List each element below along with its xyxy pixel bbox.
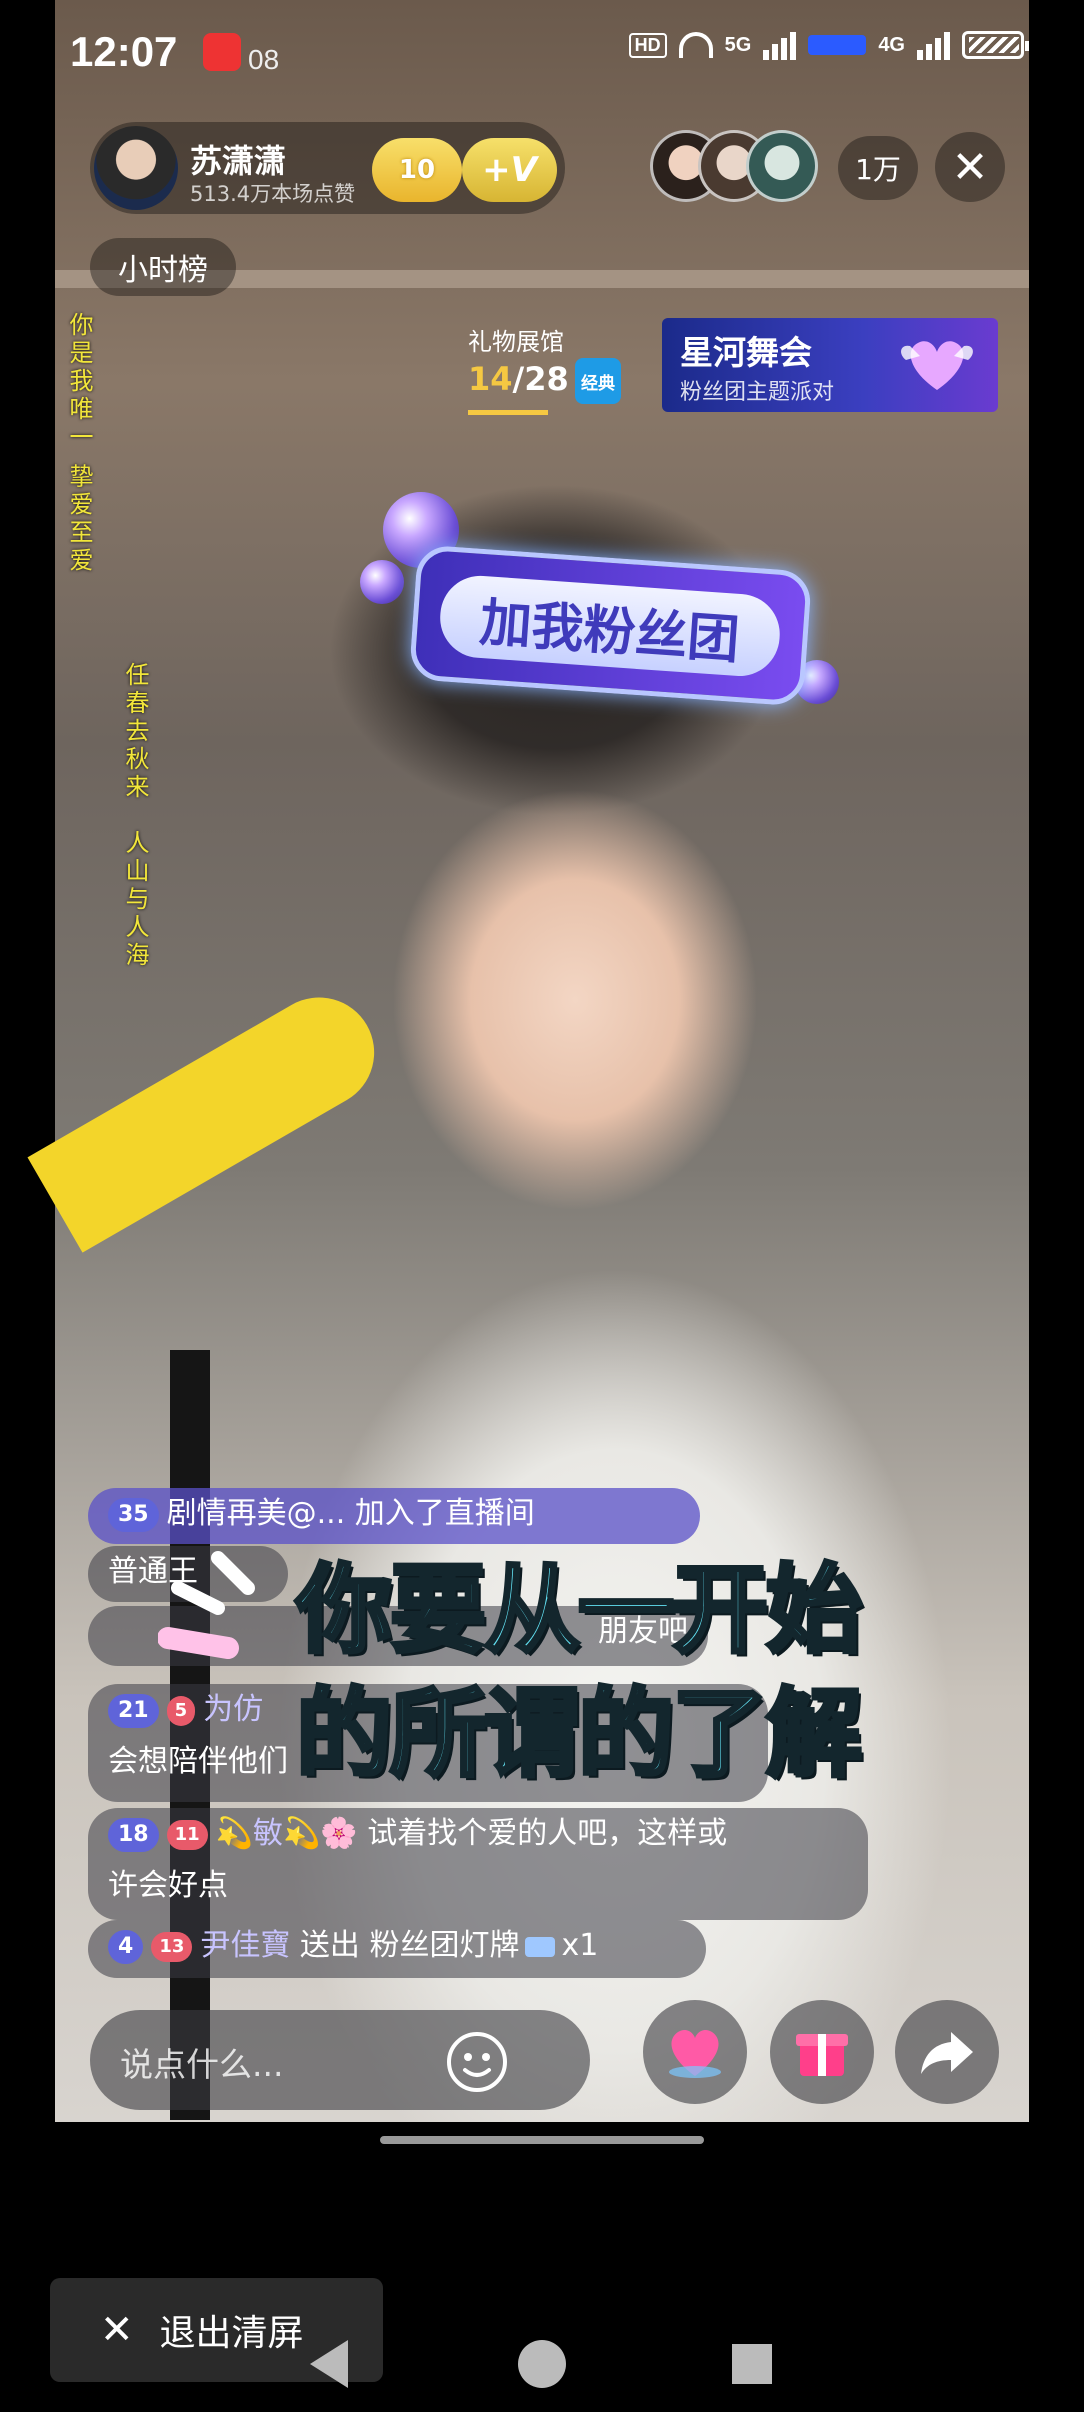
lyrics-right-1: 任春去秋来 <box>121 662 149 802</box>
host-avatar[interactable] <box>94 126 178 210</box>
data-indicator <box>808 35 867 55</box>
heart-icon <box>669 2029 721 2078</box>
subtitle-line-1: 你要从一开始 <box>294 1552 864 1668</box>
comment-placeholder: 说点什么... <box>120 2045 284 2084</box>
status-bar: 12:07 08 HD 5G 4G <box>0 0 1084 110</box>
host-level-badge[interactable]: 10 <box>372 138 462 202</box>
join-fan-club-label: 加我粉丝团 <box>437 573 783 679</box>
notification-icon <box>203 33 241 71</box>
event-title: 星河舞会 <box>680 333 812 372</box>
join-fan-club-sticker[interactable]: 加我粉丝团 <box>408 544 813 707</box>
heart-wings-icon <box>901 341 973 390</box>
nav-back-button[interactable] <box>310 2340 348 2388</box>
gift-hall-progress-bar <box>468 410 548 415</box>
lyrics-right-2: 人山与人海 <box>121 830 149 970</box>
chat-message[interactable]: 18 11 💫敏💫🌸 试着找个爱的人吧，这样或 许会好点 <box>88 1808 868 1920</box>
chat-username[interactable]: 为仿 <box>203 1692 263 1727</box>
host-likes: 513.4万本场点赞 <box>190 182 356 206</box>
exit-clean-mode-label: 退出清屏 <box>159 2313 304 2354</box>
share-button[interactable] <box>895 2000 999 2104</box>
nav-recents-button[interactable] <box>732 2344 772 2384</box>
user-level-badge: 18 <box>108 1817 159 1852</box>
user-level-badge: 35 <box>108 1497 159 1532</box>
signal-icon <box>763 30 797 60</box>
chat-username[interactable]: 尹佳寶 <box>200 1928 290 1963</box>
chat-username[interactable]: 💫敏💫🌸 <box>216 1816 358 1851</box>
subtitle-line-2: 的所谓的了解 <box>294 1676 864 1792</box>
user-level-badge: 21 <box>108 1693 159 1728</box>
gift-hall-widget[interactable]: 礼物展馆 14/28 经典 <box>460 318 640 418</box>
status-time: 12:07 <box>70 28 178 75</box>
user-level-badge: 4 <box>108 1929 144 1964</box>
gift-button[interactable] <box>770 2000 874 2104</box>
viewer-avatar[interactable] <box>746 130 818 202</box>
signal-icon-2 <box>917 30 950 60</box>
fan-level-badge: 11 <box>166 1819 208 1850</box>
fan-club-badge[interactable]: +V <box>462 138 557 202</box>
hd-badge: HD <box>628 32 667 58</box>
chat-text: 试着找个爱的人吧，这样或 <box>367 1816 728 1851</box>
fan-level-badge: 13 <box>151 1931 193 1962</box>
event-subtitle: 粉丝团主题派对 <box>680 380 835 405</box>
comment-input[interactable]: 说点什么... <box>90 2010 590 2110</box>
close-button[interactable]: ✕ <box>935 132 1005 202</box>
net-5g-label: 5G <box>724 33 752 56</box>
chat-username[interactable]: 剧情再美@... <box>167 1496 346 1531</box>
host-name[interactable]: 苏潇潇 <box>190 136 286 182</box>
chat-text: 许会好点 <box>108 1868 228 1903</box>
gift-name: 粉丝团灯牌 <box>369 1928 520 1963</box>
chat-text: 会想陪伴他们 <box>108 1744 288 1779</box>
gift-icon <box>796 2034 848 2076</box>
gift-icon <box>525 1936 556 1957</box>
nav-home-button[interactable] <box>518 2340 566 2388</box>
net-4g-label: 4G <box>878 33 905 56</box>
status-icons: HD 5G 4G <box>628 30 1029 60</box>
event-banner[interactable]: 星河舞会 粉丝团主题派对 <box>662 318 998 412</box>
emoji-icon[interactable] <box>445 2030 509 2094</box>
lyrics-left: 你是我唯一 挚爱至爱 <box>65 312 93 576</box>
viewer-count[interactable]: 1万 <box>838 136 918 200</box>
chat-text: 加入了直播间 <box>354 1496 535 1531</box>
wifi-icon <box>678 32 713 58</box>
stream-subtitle: 你要从一开始 的所谓的了解 <box>294 1548 896 1796</box>
disco-ball-decor <box>360 560 404 604</box>
chat-join-message[interactable]: 35 剧情再美@... 加入了直播间 <box>88 1488 700 1544</box>
chat-gift-message[interactable]: 4 13 尹佳寶 送出 粉丝团灯牌 x1 <box>88 1920 706 1978</box>
hourly-rank-button[interactable]: 小时榜 <box>90 238 236 296</box>
close-icon: ✕ <box>100 2307 134 2353</box>
classic-tag: 经典 <box>575 358 621 404</box>
notification-count: 08 <box>248 44 280 75</box>
chat-text: 送出 <box>299 1928 360 1963</box>
top-viewers[interactable] <box>650 130 820 206</box>
gift-hall-progress: 14/28 <box>468 360 569 398</box>
emphasis-mark-icon <box>158 1551 255 1659</box>
gift-hall-label: 礼物展馆 <box>468 328 564 356</box>
battery-icon <box>962 31 1029 59</box>
gift-quantity: x1 <box>561 1928 599 1963</box>
fan-club-heart-button[interactable] <box>643 2000 747 2104</box>
home-indicator[interactable] <box>380 2136 704 2144</box>
share-arrow-icon <box>921 2032 973 2074</box>
fan-level-badge: 5 <box>166 1695 196 1726</box>
